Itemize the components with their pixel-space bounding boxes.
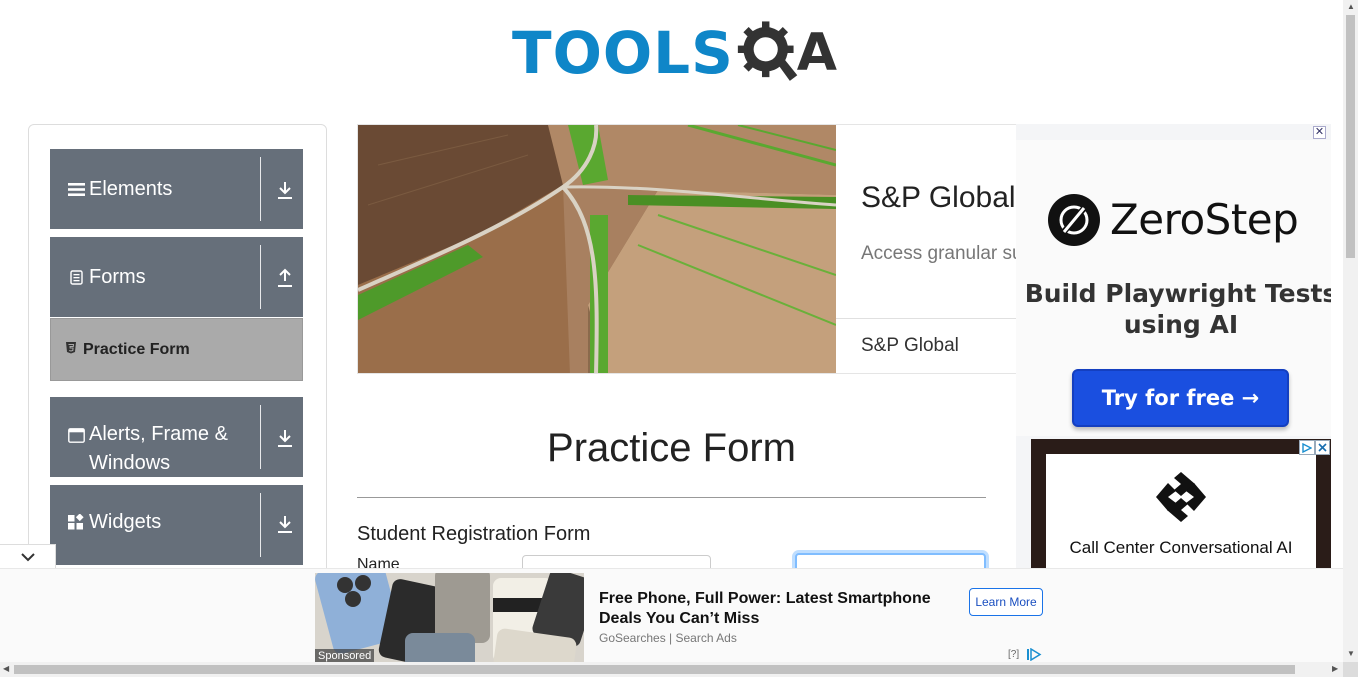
scroll-left-arrow-icon[interactable]: ◀ [3,665,9,673]
bottom-sticky-ad[interactable]: Sponsored Free Phone, Full Power: Latest… [0,568,1343,663]
sidebar-group-label: Elements [89,177,173,200]
call-center-ad[interactable]: Call Center Conversational AI [1031,439,1331,569]
sidebar-group-label: Widgets [89,510,162,533]
form-subtitle: Student Registration Form [357,523,591,545]
adchoices-icon[interactable] [1026,648,1042,661]
learn-more-button[interactable]: Learn More [969,588,1043,616]
download-arrow-icon [278,182,292,199]
window-icon [67,426,85,444]
vertical-scroll-thumb[interactable] [1346,15,1355,258]
horizontal-scroll-thumb[interactable] [14,665,1295,674]
vertical-scrollbar[interactable]: ▲ ▼ [1343,0,1358,662]
sidebar-item-practice-form[interactable]: Practice Form [50,318,303,381]
conversational-ai-logo-icon [1156,472,1206,522]
close-ad-icon[interactable] [1315,440,1330,455]
scroll-down-arrow-icon[interactable]: ▼ [1347,650,1355,658]
close-ad-icon[interactable]: ✕ [1313,126,1326,139]
gear-magnifier-icon [737,21,798,81]
sidebar-item-label: Practice Form [83,340,190,358]
phones-image: Sponsored [315,573,584,663]
farmland-image [358,125,836,373]
page-title: Practice Form [547,426,796,470]
sidebar-group-forms[interactable]: Forms [50,237,303,317]
zerostep-logo-icon [1048,194,1100,246]
html5-icon [65,341,77,359]
document-icon [67,268,85,286]
ad-source: GoSearches | Search Ads [599,631,737,645]
sponsored-label: Sponsored [315,649,375,663]
ad-subtitle: Access granular sus [861,243,1017,264]
sidebar-group-alerts[interactable]: Alerts, Frame & Windows [50,397,303,477]
zerostep-ad[interactable]: ZeroStep Build Playwright Tests using AI… [1016,140,1331,436]
ad-headline[interactable]: Free Phone, Full Power: Latest Smartphon… [599,589,959,629]
toolsqa-logo[interactable]: TOOLS A [512,14,837,92]
upload-arrow-icon [278,268,292,287]
hamburger-icon [67,180,85,198]
ad-help-link[interactable]: [?] [1008,649,1019,660]
logo-text: TOOLS [512,19,734,87]
download-arrow-icon [278,516,292,533]
call-center-text: Call Center Conversational AI [1069,538,1293,557]
adchoices-icon[interactable] [1299,440,1315,455]
horizontal-scrollbar[interactable]: ◀ ▶ [0,662,1343,677]
zerostep-headline: Build Playwright Tests using AI [1024,279,1331,339]
sidebar-group-widgets[interactable]: Widgets [50,485,303,565]
top-banner-ad[interactable]: S&P Global Access granular sus S&P Globa… [357,124,1017,374]
scroll-up-arrow-icon[interactable]: ▲ [1347,3,1355,11]
sidebar-group-elements[interactable]: Elements [50,149,303,229]
logo-suffix: A [796,23,837,83]
try-for-free-button[interactable]: Try for free → [1072,369,1289,427]
sidebar-group-label: Alerts, Frame & Windows [89,423,228,474]
ad-title: S&P Global [861,181,1016,214]
ad-brand: S&P Global [861,335,959,356]
download-arrow-icon [278,430,292,447]
sidebar-group-label: Forms [89,265,146,288]
divider [357,497,986,498]
widgets-icon [67,513,85,531]
chevron-down-icon [20,552,35,561]
scroll-right-arrow-icon[interactable]: ▶ [1332,665,1338,673]
zerostep-brand: ZeroStep [1110,195,1299,244]
sidebar: Elements Forms Practice Form Alerts, Fra… [28,124,327,584]
right-side-ad[interactable]: ZeroStep Build Playwright Tests using AI… [1016,124,1331,569]
page: TOOLS A Elements Forms Practice Form Ale… [0,0,1358,677]
collapse-ad-button[interactable] [0,544,56,568]
scrollbar-corner [1343,662,1358,677]
